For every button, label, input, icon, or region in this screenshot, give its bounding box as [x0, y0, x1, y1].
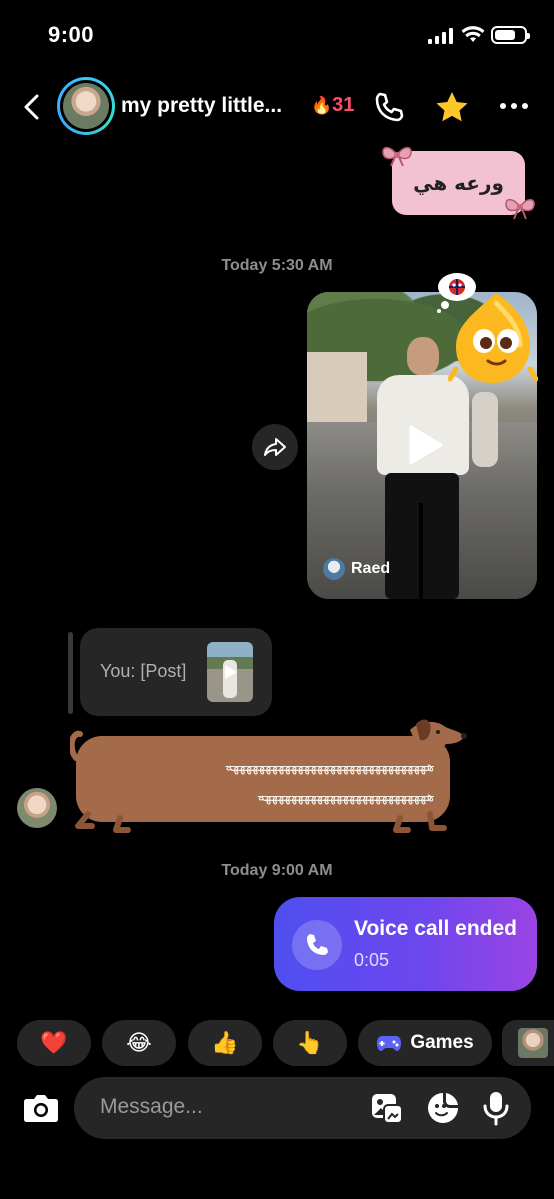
profile-avatar[interactable]: [57, 77, 115, 135]
quick-reply-thumbs-up[interactable]: 👍: [188, 1020, 262, 1066]
call-title: Voice call ended: [354, 917, 518, 940]
play-icon[interactable]: [401, 423, 445, 467]
sticker-icon[interactable]: [426, 1091, 460, 1125]
voice-call-ended-message[interactable]: Voice call ended 0:05: [274, 897, 537, 991]
back-button[interactable]: [18, 92, 48, 122]
microphone-icon[interactable]: [482, 1090, 510, 1126]
recent-photo-chip[interactable]: [502, 1020, 554, 1066]
bow-icon: [503, 195, 537, 221]
call-duration: 0:05: [354, 950, 390, 970]
author-name: Raed: [351, 560, 391, 577]
gallery-icon[interactable]: [370, 1091, 404, 1125]
streak-badge: 🔥31: [311, 94, 354, 117]
timestamp: Today 9:00 AM: [221, 862, 333, 879]
star-icon[interactable]: [434, 90, 470, 126]
gamepad-icon: [376, 1033, 402, 1053]
conversation-title[interactable]: my pretty little...: [121, 94, 306, 118]
sender-avatar[interactable]: [17, 788, 57, 828]
battery-icon: [491, 26, 530, 44]
cellular-signal-icon: [428, 28, 454, 44]
voice-call-button[interactable]: [372, 90, 406, 124]
streak-count: 31: [332, 94, 355, 116]
phone-icon: [292, 920, 342, 970]
video-author[interactable]: Raed: [323, 558, 390, 580]
author-avatar: [323, 558, 345, 580]
status-time: 9:00: [48, 22, 95, 47]
games-label: Games: [410, 1032, 474, 1053]
more-options-button[interactable]: [497, 96, 531, 116]
fire-icon: 🔥: [311, 96, 333, 116]
reply-thumbnail: [207, 642, 253, 702]
games-button[interactable]: Games: [358, 1020, 492, 1066]
camera-button[interactable]: [22, 1090, 60, 1126]
message-composer[interactable]: Message...: [74, 1077, 531, 1139]
reply-indicator-bar: [68, 632, 73, 714]
dachshund-message-text: هههههههههههههههههههههههههههههههه ههههههه…: [94, 752, 434, 812]
bow-icon: [380, 143, 414, 167]
play-icon: [222, 664, 238, 680]
message-line: ههههههههههههههههههههههههههه: [257, 789, 434, 805]
message-input[interactable]: Message...: [100, 1095, 203, 1119]
quick-reply-point-up[interactable]: 👆: [273, 1020, 347, 1066]
wifi-icon: [461, 24, 485, 44]
quick-reply-laugh[interactable]: 😂: [102, 1020, 176, 1066]
reply-preview-text: You: [Post]: [100, 661, 187, 681]
sticker-character-icon: [448, 289, 538, 391]
share-icon[interactable]: [252, 424, 298, 470]
reply-preview[interactable]: You: [Post]: [80, 628, 272, 716]
quick-reply-heart[interactable]: ❤️: [17, 1020, 91, 1066]
message-line: هههههههههههههههههههههههههههههههه: [225, 759, 434, 775]
